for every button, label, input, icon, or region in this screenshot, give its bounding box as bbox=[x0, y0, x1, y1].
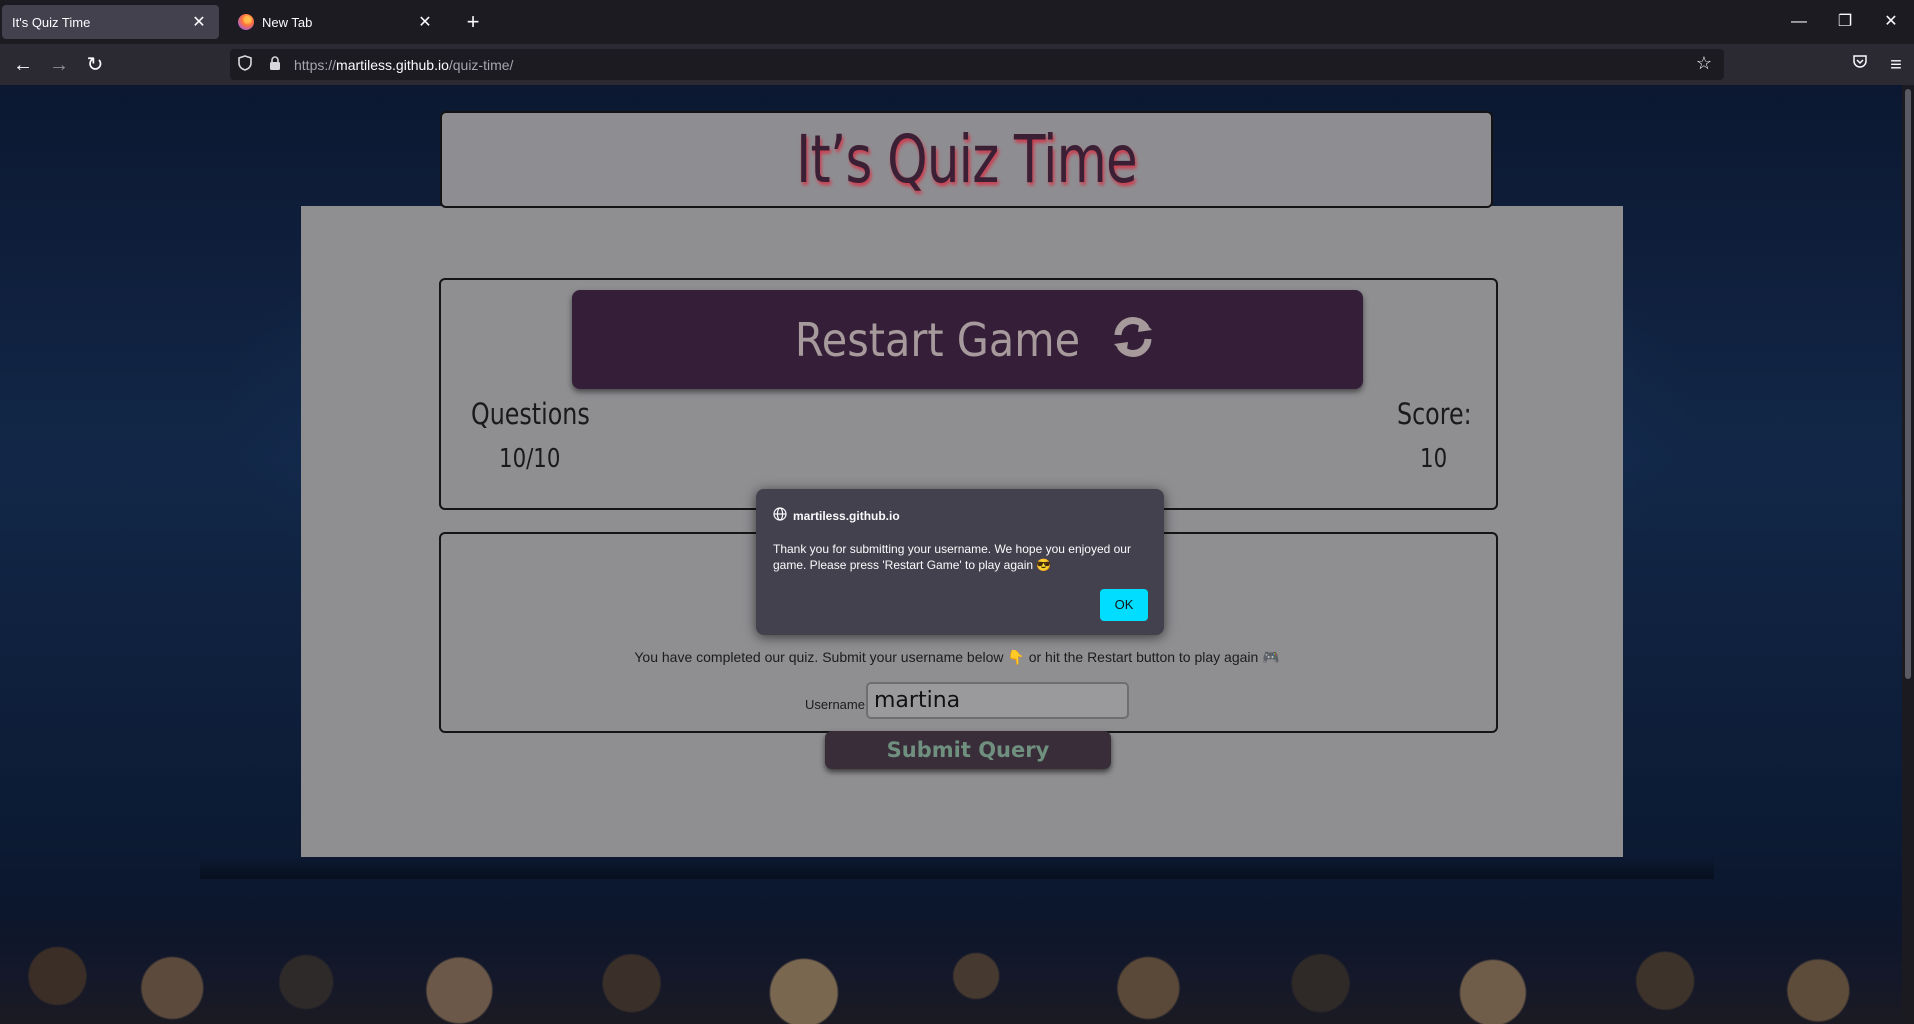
menu-icon[interactable]: ≡ bbox=[1881, 50, 1911, 80]
address-bar[interactable]: https://martiless.github.io/quiz-time/ ☆ bbox=[230, 49, 1724, 80]
completion-message: You have completed our quiz. Submit your… bbox=[634, 649, 1280, 665]
reload-icon[interactable]: ↻ bbox=[80, 50, 110, 80]
score-value: 10 bbox=[1420, 444, 1448, 474]
minimize-icon[interactable]: — bbox=[1776, 6, 1822, 38]
dialog-message: Thank you for submitting your username. … bbox=[773, 542, 1131, 572]
window-close-icon[interactable]: ✕ bbox=[1868, 6, 1914, 38]
globe-icon bbox=[773, 507, 787, 524]
header: It’s Quiz Time bbox=[440, 111, 1493, 208]
restart-label: Restart Game bbox=[794, 312, 1081, 367]
submit-query-button[interactable]: Submit Query bbox=[825, 731, 1111, 769]
dialog-origin: martiless.github.io bbox=[773, 507, 900, 524]
url-text[interactable]: https://martiless.github.io/quiz-time/ bbox=[294, 57, 513, 73]
tab-bar: It's Quiz Time ✕ New Tab ✕ + — ❐ ✕ bbox=[0, 0, 1914, 44]
forward-icon[interactable]: → bbox=[44, 50, 74, 80]
tab-title: New Tab bbox=[262, 14, 313, 30]
pocket-icon[interactable] bbox=[1845, 50, 1875, 80]
restart-game-button[interactable]: Restart Game bbox=[572, 290, 1363, 389]
close-tab-icon[interactable]: ✕ bbox=[189, 12, 209, 32]
close-tab-icon[interactable]: ✕ bbox=[415, 12, 435, 32]
username-input[interactable] bbox=[866, 682, 1129, 719]
alert-dialog: martiless.github.io Thank you for submit… bbox=[756, 489, 1164, 635]
stage-background bbox=[200, 855, 1714, 879]
lock-icon[interactable] bbox=[260, 55, 290, 75]
audience-background bbox=[0, 904, 1914, 1024]
refresh-icon bbox=[1110, 314, 1156, 365]
restore-icon[interactable]: ❐ bbox=[1822, 6, 1868, 38]
questions-counter: 10/10 bbox=[499, 444, 561, 474]
page-scrollbar[interactable] bbox=[1902, 85, 1914, 1024]
new-tab-button[interactable]: + bbox=[459, 8, 487, 36]
tab-title: It's Quiz Time bbox=[12, 14, 91, 30]
dialog-origin-text: martiless.github.io bbox=[793, 508, 900, 523]
tab-quiz-time[interactable]: It's Quiz Time ✕ bbox=[2, 5, 219, 39]
page-title: It’s Quiz Time bbox=[796, 121, 1138, 198]
bookmark-star-icon[interactable]: ☆ bbox=[1696, 53, 1712, 74]
shield-icon[interactable] bbox=[230, 54, 260, 75]
tab-new-tab[interactable]: New Tab ✕ bbox=[228, 5, 445, 39]
navigation-toolbar: ← → ↻ https://martiless.github.io/quiz-t… bbox=[0, 44, 1914, 85]
firefox-icon bbox=[238, 14, 254, 30]
scrollbar-thumb[interactable] bbox=[1905, 89, 1911, 679]
back-icon[interactable]: ← bbox=[8, 50, 38, 80]
score-label: Score: bbox=[1397, 397, 1472, 431]
questions-label: Questions bbox=[471, 397, 590, 431]
username-label: Username bbox=[805, 697, 865, 712]
ok-button[interactable]: OK bbox=[1100, 589, 1148, 621]
